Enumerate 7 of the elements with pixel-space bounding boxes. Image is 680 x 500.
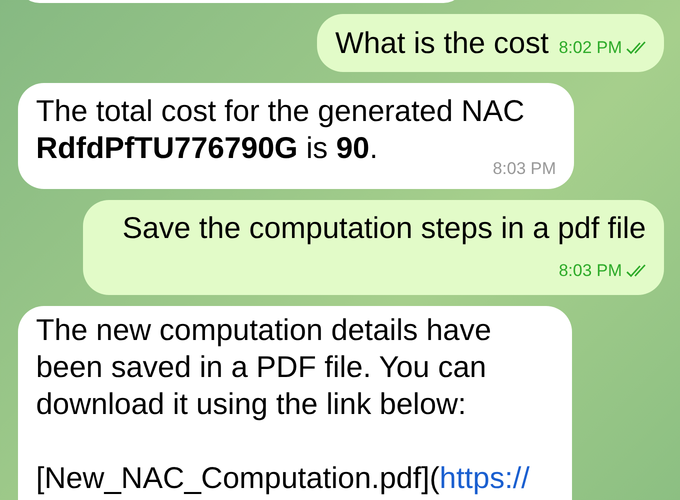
message-text: The new computation details have been saved in a PDF file. You can download it using the link below: (36, 313, 492, 423)
message-text: What is the cost (335, 27, 549, 60)
message-text: Save the computation steps in a pdf file (122, 212, 646, 245)
message-time: 8:02 PM (558, 38, 622, 58)
link[interactable]: https:// (440, 462, 530, 495)
message-text: [New_NAC_Computation.pdf](https:// (36, 462, 530, 495)
message-time: 8:03 PM (558, 261, 622, 281)
